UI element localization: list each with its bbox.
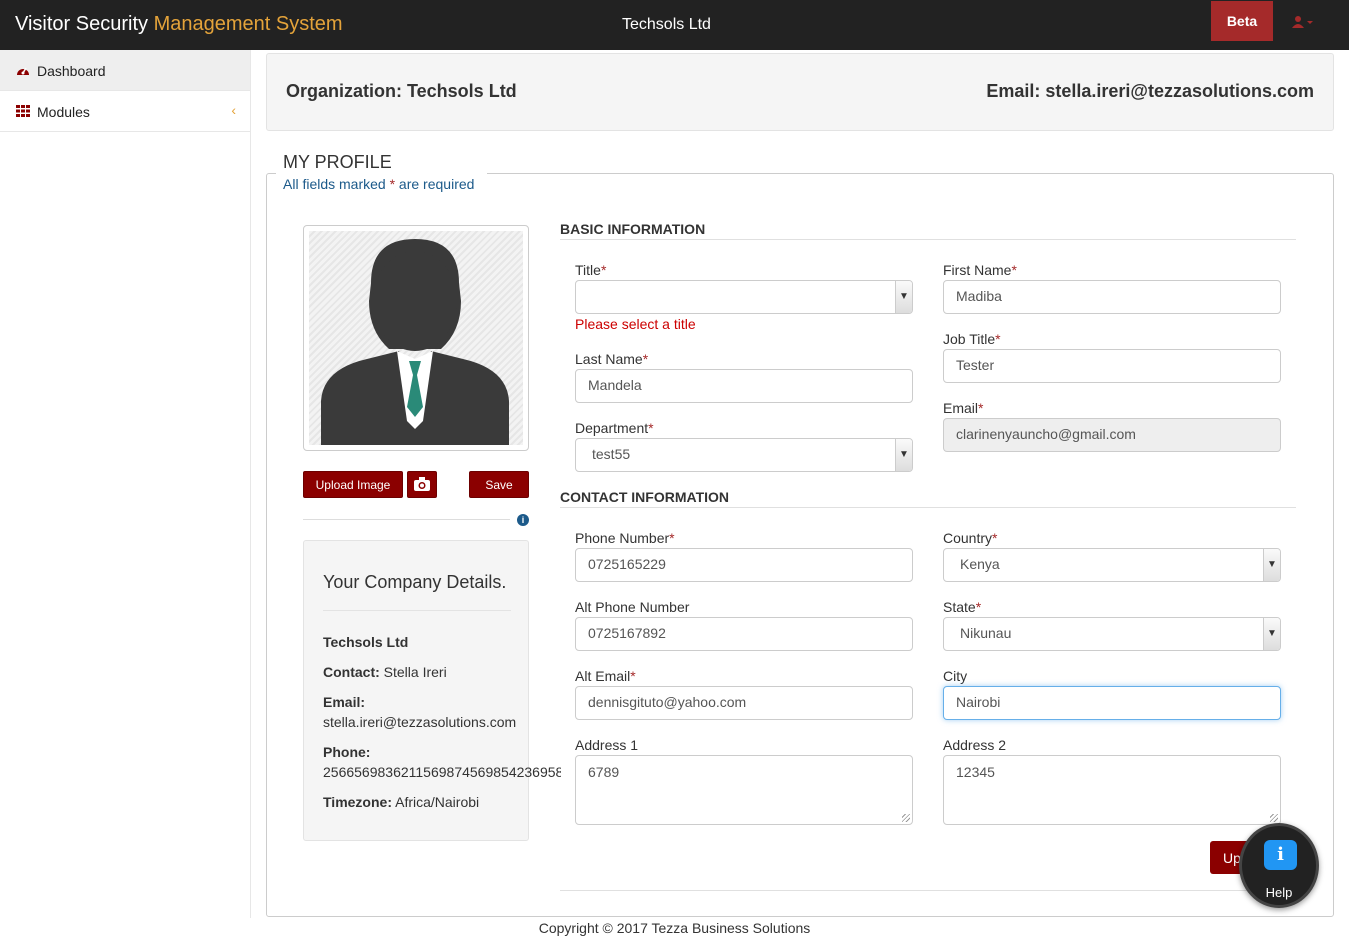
brand-text: Visitor Security <box>15 13 154 35</box>
address2-label: Address 2 <box>943 737 1007 753</box>
last-name-label: Last Name* <box>575 351 649 367</box>
company-name: Techsols Ltd <box>323 634 409 650</box>
department-label: Department* <box>575 420 654 436</box>
email-label: Email* <box>943 400 984 416</box>
address2-textarea[interactable]: 12345 <box>943 755 1281 825</box>
company-details-panel: Your Company Details. Techsols Ltd Conta… <box>303 540 561 841</box>
title-label: Title* <box>575 262 607 278</box>
phone-number-label: Phone Number* <box>575 530 675 546</box>
phone-label: Phone: <box>323 744 371 760</box>
company-email-label: Email: <box>323 694 365 710</box>
company-details-title: Your Company Details. <box>323 572 507 592</box>
basic-info-heading: BASIC INFORMATION <box>560 221 706 237</box>
alt-phone-label: Alt Phone Number <box>575 599 690 615</box>
user-menu[interactable] <box>1292 15 1314 32</box>
divider <box>560 239 1296 240</box>
divider <box>560 507 1296 508</box>
title-select-value <box>588 288 592 304</box>
first-name-label: First Name* <box>943 262 1017 278</box>
sidebar: Dashboard Modules ‹ <box>0 50 251 918</box>
organization-name: Organization: Techsols Ltd <box>286 81 517 101</box>
brand-highlight-text: Management System <box>153 13 343 35</box>
last-name-input[interactable]: Mandela <box>575 369 913 403</box>
sidebar-item-dashboard[interactable]: Dashboard <box>0 50 250 91</box>
help-label: Help <box>1265 885 1293 900</box>
company-email-value: stella.ireri@tezzasolutions.com <box>323 714 517 730</box>
alt-email-input[interactable]: dennisgituto@yahoo.com <box>575 686 913 720</box>
title-error: Please select a title <box>575 316 696 332</box>
company-phone-label: Phone: <box>323 744 370 760</box>
app-brand[interactable]: Visitor Security Management System <box>15 13 343 36</box>
state-select-value: Nikunau <box>960 625 1012 641</box>
city-input[interactable]: Nairobi <box>943 686 1281 720</box>
phone-number-input[interactable]: 0725165229 <box>575 548 913 582</box>
dashboard-icon <box>16 64 31 79</box>
alt-phone-input[interactable]: 0725167892 <box>575 617 913 651</box>
help-chat-icon: i <box>1264 840 1297 870</box>
alt-email-label: Alt Email* <box>575 668 636 684</box>
sidebar-item-label: Modules <box>37 104 90 120</box>
company-contact: Contact: Stella Ireri <box>323 664 447 680</box>
divider <box>323 610 511 611</box>
address1-value: 6789 <box>588 764 620 780</box>
info-icon[interactable]: i <box>517 514 529 526</box>
divider <box>303 519 510 520</box>
save-image-button[interactable]: Save <box>469 471 529 498</box>
sidebar-item-modules[interactable]: Modules ‹ <box>0 91 250 132</box>
job-title-input[interactable]: Tester <box>943 349 1281 383</box>
job-title-label: Job Title* <box>943 331 1001 347</box>
camera-icon <box>414 477 430 491</box>
company-timezone: Timezone: Africa/Nairobi <box>323 794 479 810</box>
contact-info-heading: CONTACT INFORMATION <box>560 489 730 505</box>
help-button[interactable]: i Help <box>1239 823 1319 908</box>
organization-email: Email: stella.ireri@tezzasolutions.com <box>986 81 1314 101</box>
address1-label: Address 1 <box>575 737 639 753</box>
chevron-left-icon: ‹ <box>231 102 236 118</box>
divider <box>560 890 1296 891</box>
required-note-text-end: are required <box>395 176 475 192</box>
grid-icon <box>16 105 31 120</box>
profile-legend: MY PROFILE All fields marked * are requi… <box>276 148 487 196</box>
email-label: Email: <box>323 694 366 710</box>
top-navbar: Visitor Security Management System Techs… <box>0 0 1349 50</box>
department-select[interactable]: test55 ▼ <box>575 438 913 472</box>
chevron-down-icon: ▼ <box>1263 618 1280 650</box>
city-label: City <box>943 668 968 684</box>
chevron-down-icon: ▼ <box>895 281 912 313</box>
navbar-org-name: Techsols Ltd <box>622 16 711 33</box>
company-phone-value: 2566569836211569874569854236958 <box>323 764 561 780</box>
organization-bar: Organization: Techsols Ltd Email: stella… <box>266 53 1334 131</box>
country-label: Country* <box>943 530 998 546</box>
page-title: MY PROFILE <box>283 152 392 172</box>
beta-badge[interactable]: Beta <box>1211 1 1273 41</box>
address1-textarea[interactable]: 6789 <box>575 755 913 825</box>
timezone-value: Africa/Nairobi <box>391 794 480 810</box>
timezone-label: Timezone: <box>323 794 392 810</box>
country-select[interactable]: Kenya ▼ <box>943 548 1281 582</box>
state-label: State* <box>943 599 982 615</box>
resize-handle[interactable] <box>902 814 910 822</box>
user-icon <box>1292 16 1313 28</box>
resize-handle[interactable] <box>1270 814 1278 822</box>
sidebar-item-label: Dashboard <box>37 63 106 79</box>
address2-value: 12345 <box>956 764 995 780</box>
country-select-value: Kenya <box>960 556 1000 572</box>
title-select[interactable]: ▼ <box>575 280 913 314</box>
required-note: All fields marked * are required <box>283 176 479 192</box>
state-select[interactable]: Nikunau ▼ <box>943 617 1281 651</box>
chevron-down-icon: ▼ <box>895 439 912 471</box>
camera-button[interactable] <box>407 471 437 498</box>
first-name-input[interactable]: Madiba <box>943 280 1281 314</box>
contact-label: Contact: <box>323 664 380 680</box>
department-select-value: test55 <box>592 446 631 462</box>
contact-value: Stella Ireri <box>379 664 447 680</box>
profile-photo <box>303 225 529 451</box>
required-note-text: All fields marked <box>283 176 390 192</box>
email-input: clarinenyauncho@gmail.com <box>943 418 1281 452</box>
avatar-placeholder-icon <box>321 239 509 445</box>
chevron-down-icon: ▼ <box>1263 549 1280 581</box>
footer-copyright: Copyright © 2017 Tezza Business Solution… <box>538 920 811 936</box>
upload-image-button[interactable]: Upload Image <box>303 471 403 498</box>
